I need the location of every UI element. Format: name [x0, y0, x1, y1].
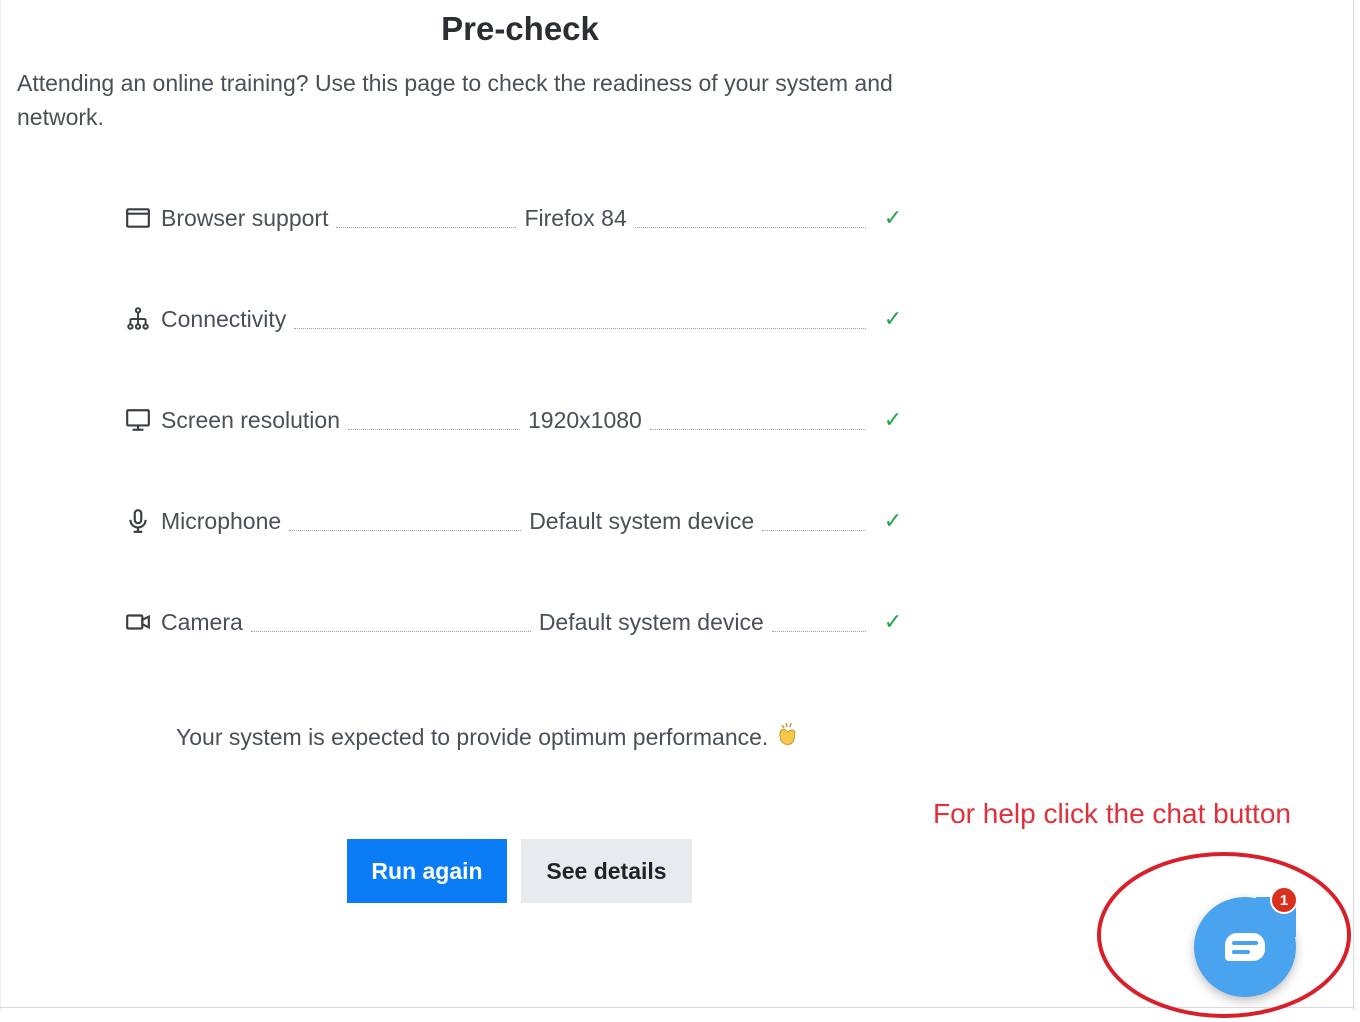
- checkmark-icon: ✓: [883, 609, 903, 634]
- check-list: Browser support Firefox 84 ✓ Connectivit…: [124, 195, 914, 700]
- leader-dots: [771, 613, 866, 632]
- network-icon: [124, 305, 152, 333]
- check-label: Screen resolution: [161, 406, 340, 433]
- check-value: Default system device: [529, 507, 755, 534]
- left-border: [0, 0, 1, 1010]
- leader-dots: [762, 512, 866, 531]
- check-value: Firefox 84: [524, 204, 627, 231]
- bottom-border: [0, 1007, 1354, 1008]
- chat-bubble-icon: [1225, 933, 1265, 961]
- help-annotation: For help click the chat button: [933, 798, 1291, 829]
- leader-dots: [250, 613, 531, 632]
- check-label: Browser support: [161, 204, 329, 231]
- microphone-icon: [124, 507, 152, 535]
- check-label: Microphone: [161, 507, 282, 534]
- leader-dots: [348, 411, 520, 430]
- check-row-screen: Screen resolution 1920x1080 ✓: [124, 397, 914, 498]
- leader-dots: [289, 512, 522, 531]
- check-value: 1920x1080: [528, 406, 642, 433]
- check-value: Default system device: [538, 608, 764, 635]
- check-row-microphone: Microphone Default system device ✓: [124, 498, 914, 599]
- checkmark-icon: ✓: [883, 508, 903, 533]
- leader-dots: [649, 411, 866, 430]
- check-row-browser: Browser support Firefox 84 ✓: [124, 195, 914, 296]
- summary-message: Your system is expected to provide optim…: [176, 720, 802, 755]
- chat-notification-badge: 1: [1270, 886, 1298, 914]
- camera-icon: [124, 608, 152, 636]
- checkmark-icon: ✓: [883, 407, 903, 432]
- intro-text: Attending an online training? Use this p…: [17, 70, 893, 130]
- run-again-button[interactable]: Run again: [347, 839, 507, 903]
- browser-window-icon: [124, 204, 152, 232]
- page-title: Pre-check: [441, 10, 599, 47]
- leader-dots: [634, 209, 866, 228]
- check-label: Camera: [161, 608, 243, 635]
- right-border: [1353, 0, 1354, 1010]
- see-details-button[interactable]: See details: [521, 839, 692, 903]
- monitor-icon: [124, 406, 152, 434]
- check-row-camera: Camera Default system device ✓: [124, 599, 914, 700]
- checkmark-icon: ✓: [883, 306, 903, 331]
- leader-dots: [336, 209, 517, 228]
- clapping-hands-icon: [774, 720, 802, 755]
- check-label: Connectivity: [161, 305, 287, 332]
- precheck-page: Pre-check Attending an online training? …: [0, 0, 1360, 1022]
- leader-dots: [294, 310, 866, 329]
- checkmark-icon: ✓: [883, 205, 903, 230]
- summary-text: Your system is expected to provide optim…: [176, 724, 769, 750]
- check-row-connectivity: Connectivity ✓: [124, 296, 914, 397]
